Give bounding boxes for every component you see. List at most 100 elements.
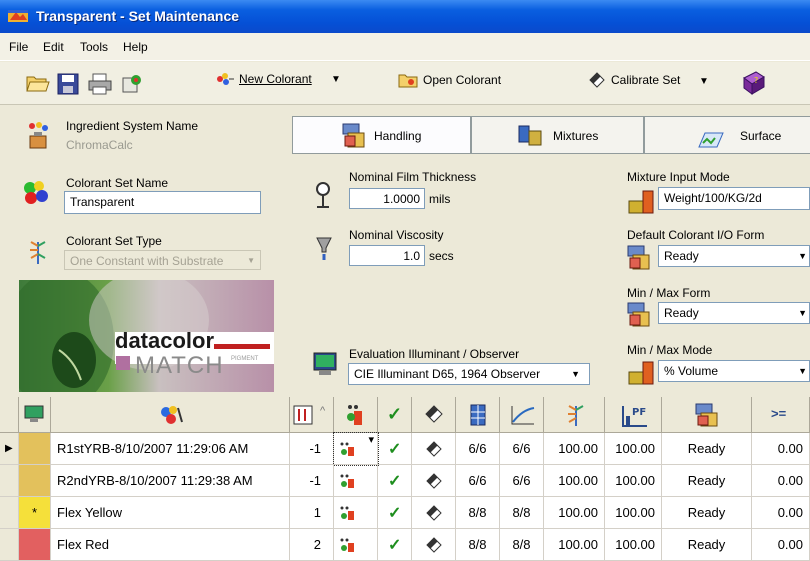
checked-cell[interactable]: ✓	[378, 465, 412, 497]
strength-cell[interactable]: 100.00	[544, 497, 605, 529]
color-swatch-cell[interactable]	[19, 465, 51, 497]
sort-order-cell[interactable]: -1	[290, 433, 334, 465]
film-thickness-input[interactable]: 1.0000	[349, 188, 425, 209]
color-swatch-cell[interactable]: *	[19, 497, 51, 529]
sort-order-cell[interactable]: -1	[290, 465, 334, 497]
header-checked[interactable]: ✓	[378, 397, 412, 433]
sort-order-cell[interactable]: 2	[290, 529, 334, 561]
strength-cell[interactable]: 100.00	[544, 465, 605, 497]
colorant-type-cell[interactable]	[334, 497, 378, 529]
colorant-name-cell[interactable]: R1stYRB-8/10/2007 11:29:06 AM	[51, 433, 290, 465]
form-cell[interactable]: Ready	[662, 433, 752, 465]
pf-cell[interactable]: 100.00	[605, 497, 662, 529]
viscosity-icon	[316, 237, 332, 260]
colorant-name-cell[interactable]: Flex Red	[51, 529, 290, 561]
new-colorant-dropdown-icon[interactable]: ▼	[331, 74, 341, 85]
menu-help[interactable]: Help	[123, 40, 148, 54]
pf-cell[interactable]: 100.00	[605, 465, 662, 497]
minmax-mode-dropdown-icon[interactable]: ▼	[798, 361, 807, 381]
strength-cell[interactable]: 100.00	[544, 433, 605, 465]
tab-mixtures[interactable]: Mixtures	[471, 116, 644, 154]
default-io-form-select[interactable]: Ready ▼	[658, 245, 810, 267]
minimum-cell[interactable]: 0.00	[752, 465, 810, 497]
minimum-cell[interactable]: 0.00	[752, 433, 810, 465]
viscosity-input[interactable]: 1.0	[349, 245, 425, 266]
curve-cell[interactable]: 6/6	[500, 433, 544, 465]
minmax-form-select[interactable]: Ready ▼	[658, 302, 810, 324]
colorant-set-name-field[interactable]: Transparent	[64, 191, 261, 214]
colorant-name-cell[interactable]: Flex Yellow	[51, 497, 290, 529]
colorant-type-cell[interactable]: ▾	[333, 432, 379, 466]
colorant-type-cell[interactable]	[334, 465, 378, 497]
open-folder-icon[interactable]	[26, 73, 50, 93]
levels-cell[interactable]: 6/6	[456, 465, 500, 497]
header-minimum[interactable]: >=	[752, 397, 810, 433]
strength-cell[interactable]: 100.00	[544, 529, 605, 561]
table-row[interactable]: Flex Red 2 ✓ 8/8 8/8 100.00 100.00 Ready 0.00	[0, 529, 810, 561]
color-swatch-cell[interactable]	[19, 529, 51, 561]
open-colorant-icon	[398, 74, 418, 88]
row-selector[interactable]	[0, 465, 19, 497]
minimum-cell[interactable]: 0.00	[752, 497, 810, 529]
levels-cell[interactable]: 6/6	[456, 433, 500, 465]
calibrated-cell[interactable]	[412, 433, 456, 465]
calibration-icon	[426, 505, 442, 521]
checked-cell[interactable]: ✓	[378, 529, 412, 561]
header-strength[interactable]	[544, 397, 605, 433]
header-color-swatch[interactable]	[19, 397, 51, 433]
pf-cell[interactable]: 100.00	[605, 529, 662, 561]
row-selector[interactable]: ▶	[0, 433, 19, 465]
menu-tools[interactable]: Tools	[80, 40, 108, 54]
sort-order-cell[interactable]: 1	[290, 497, 334, 529]
curve-cell[interactable]: 6/6	[500, 465, 544, 497]
table-row[interactable]: * Flex Yellow 1 ✓ 8/8 8/8 100.00 100.00 Ready 0.0…	[0, 497, 810, 529]
minmax-mode-select[interactable]: % Volume ▼	[658, 360, 810, 382]
type-dropdown-icon[interactable]: ▾	[368, 425, 374, 456]
properties-icon[interactable]	[121, 73, 143, 95]
table-row[interactable]: R2ndYRB-8/10/2007 11:29:38 AM -1 ✓ 6/6 6/6 10…	[0, 465, 810, 497]
pf-cell[interactable]: 100.00	[605, 433, 662, 465]
calibrated-cell[interactable]	[412, 497, 456, 529]
form-cell[interactable]: Ready	[662, 465, 752, 497]
calibrated-cell[interactable]	[412, 529, 456, 561]
colorant-type-cell[interactable]	[334, 529, 378, 561]
default-io-form-dropdown-icon[interactable]: ▼	[798, 246, 807, 266]
menu-file[interactable]: File	[9, 40, 28, 54]
checked-cell[interactable]: ✓	[378, 497, 412, 529]
menu-edit[interactable]: Edit	[43, 40, 64, 54]
calibrate-dropdown-icon[interactable]: ▼	[699, 76, 709, 87]
header-form[interactable]	[662, 397, 752, 433]
minimum-cell[interactable]: 0.00	[752, 529, 810, 561]
save-icon[interactable]	[57, 73, 79, 95]
tab-surface[interactable]: Surface	[644, 116, 810, 154]
calibrated-cell[interactable]	[412, 465, 456, 497]
table-row[interactable]: ▶ R1stYRB-8/10/2007 11:29:06 AM -1 ▾ ✓ 6/6 6/6…	[0, 432, 810, 466]
form-cell[interactable]: Ready	[662, 497, 752, 529]
open-colorant-button[interactable]: Open Colorant	[398, 72, 501, 88]
illuminant-select[interactable]: CIE Illuminant D65, 1964 Observer ▼	[348, 363, 590, 385]
color-swatch-cell[interactable]	[19, 433, 51, 465]
curve-cell[interactable]: 8/8	[500, 497, 544, 529]
header-curve[interactable]	[500, 397, 544, 433]
help-book-icon[interactable]: ?	[740, 70, 766, 96]
header-name[interactable]	[51, 397, 290, 433]
row-selector[interactable]	[0, 497, 19, 529]
header-calibrated[interactable]	[412, 397, 456, 433]
colorant-name-cell[interactable]: R2ndYRB-8/10/2007 11:29:38 AM	[51, 465, 290, 497]
header-levels[interactable]	[456, 397, 500, 433]
mixture-input-mode-field[interactable]: Weight/100/KG/2d	[658, 187, 810, 210]
checked-cell[interactable]: ✓	[378, 433, 412, 465]
levels-cell[interactable]: 8/8	[456, 497, 500, 529]
form-cell[interactable]: Ready	[662, 529, 752, 561]
levels-cell[interactable]: 8/8	[456, 529, 500, 561]
illuminant-dropdown-icon[interactable]: ▼	[571, 364, 580, 384]
print-icon[interactable]	[88, 73, 112, 95]
curve-cell[interactable]: 8/8	[500, 529, 544, 561]
tab-handling[interactable]: Handling	[292, 116, 471, 154]
row-selector[interactable]	[0, 529, 19, 561]
new-colorant-button[interactable]: New Colorant	[216, 72, 312, 86]
calibrate-set-button[interactable]: Calibrate Set	[588, 72, 680, 88]
header-pf[interactable]: PF	[605, 397, 662, 433]
minmax-form-dropdown-icon[interactable]: ▼	[798, 303, 807, 323]
header-sort[interactable]: ^	[290, 397, 334, 433]
